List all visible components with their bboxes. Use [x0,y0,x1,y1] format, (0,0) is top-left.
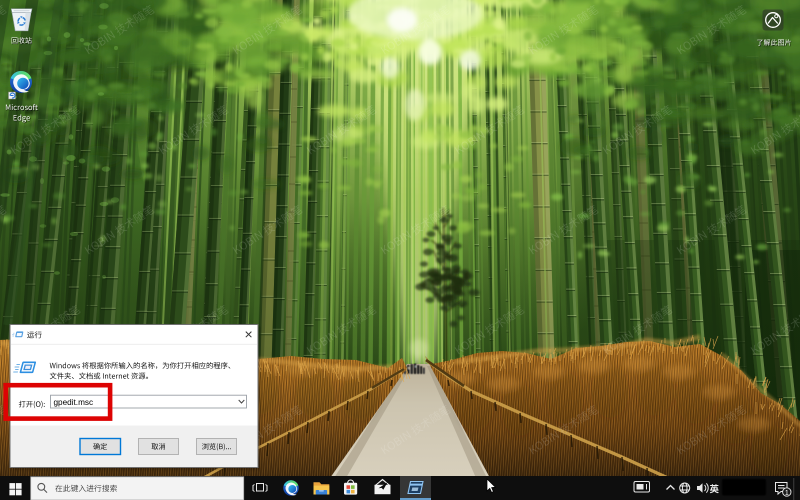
svg-text:gpedit.msc: gpedit.msc [54,398,94,407]
svg-text:1: 1 [785,490,789,497]
